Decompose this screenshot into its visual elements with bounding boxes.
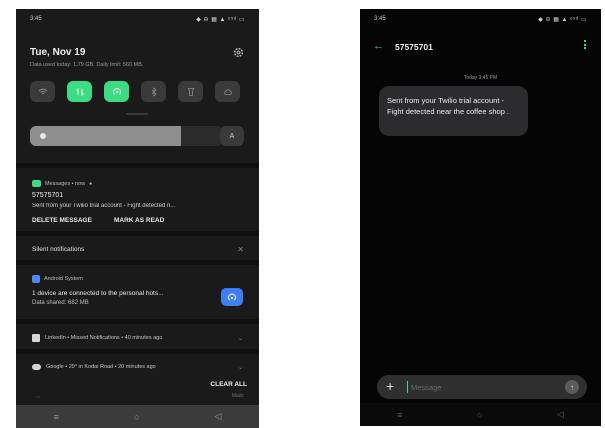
- bluetooth-icon: [151, 86, 157, 97]
- tile-wifi[interactable]: [30, 81, 55, 102]
- clear-all-button[interactable]: CLEAR ALL: [210, 381, 247, 388]
- messages-app-label: Messages • now: [45, 180, 86, 187]
- google-row-text: Google • 29° in Kodai Road • 20 minutes …: [46, 364, 156, 370]
- section-divider: [16, 319, 259, 324]
- linkedin-notification-row[interactable]: LinkedIn • Missed Notifications • 40 min…: [32, 334, 243, 342]
- android-system-header: Android System: [32, 275, 83, 283]
- status-icons: ◆ ⊖ ▦ ▲ ᵒ⁵ᵈ ▭: [196, 17, 245, 23]
- brightness-sun-icon: [40, 133, 46, 139]
- hotspot-settings-button[interactable]: [221, 288, 243, 306]
- message-input[interactable]: [411, 379, 551, 395]
- message-composer: + ↑: [377, 375, 587, 399]
- flashlight-icon: [187, 87, 194, 96]
- silent-notifications-header: Silent notifications: [32, 246, 85, 253]
- conversation-top-bar: ← 57575701: [360, 31, 601, 57]
- status-icons: ◆ ⊖ ▦ ▲ ᵒ⁵ᵈ ▭: [538, 17, 587, 23]
- linkedin-icon: [32, 334, 40, 342]
- incoming-message-bubble[interactable]: Sent from your Twilio trial account - Fi…: [379, 86, 528, 136]
- recents-button[interactable]: ≡: [54, 412, 59, 422]
- shade-drag-handle[interactable]: [126, 113, 148, 115]
- close-icon[interactable]: ✕: [237, 245, 244, 254]
- cloud-icon: [32, 364, 41, 370]
- bell-icon: ●: [89, 180, 93, 187]
- section-divider: [16, 349, 259, 354]
- background-app-icon: ◡: [36, 393, 41, 399]
- gear-icon[interactable]: [233, 47, 244, 58]
- status-bar: 3:45 ◆ ⊖ ▦ ▲ ᵒ⁵ᵈ ▭: [360, 9, 601, 29]
- shade-date: Tue, Nov 19: [30, 47, 86, 58]
- section-divider: [16, 163, 259, 168]
- status-bar: 3:45 ◆ ⊖ ▦ ▲ ᵒ⁵ᵈ ▭: [16, 9, 259, 29]
- conversation-screen: 3:45 ◆ ⊖ ▦ ▲ ᵒ⁵ᵈ ▭ ← 57575701 Today 3:45…: [360, 9, 601, 426]
- wifi-icon: [38, 88, 47, 94]
- messages-app-header: Messages • now ●: [32, 180, 92, 187]
- send-icon[interactable]: ↑: [565, 380, 579, 394]
- android-system-icon: [32, 275, 40, 283]
- hotspot-icon: [228, 293, 236, 301]
- add-attachment-icon[interactable]: +: [386, 378, 394, 394]
- back-button[interactable]: ◁: [557, 409, 564, 420]
- hotspot-notification-text[interactable]: 1 device are connected to the personal h…: [32, 290, 222, 297]
- hotspot-icon: [112, 87, 121, 95]
- background-app-label: Muzlr: [231, 393, 244, 399]
- brightness-slider[interactable]: [30, 126, 223, 146]
- tile-cloud[interactable]: [215, 81, 240, 102]
- brightness-fill: [30, 126, 181, 146]
- status-time: 3:45: [374, 16, 386, 22]
- navigation-bar: ≡ ○ ◁: [16, 405, 259, 428]
- cloud-icon: [223, 88, 232, 95]
- tile-hotspot[interactable]: [104, 81, 129, 102]
- quick-settings-tiles: [30, 81, 240, 102]
- data-shared-text: Data shared: 682 MB: [32, 300, 89, 306]
- tile-mobile-data[interactable]: [67, 81, 92, 102]
- delete-message-button[interactable]: DELETE MESSAGE: [32, 217, 92, 224]
- data-arrows-icon: [75, 87, 84, 96]
- status-time: 3:45: [30, 16, 42, 22]
- section-divider: [16, 260, 259, 265]
- notification-sender[interactable]: 57575701: [32, 192, 63, 199]
- message-timestamp: Today 3:45 PM: [463, 75, 498, 81]
- android-system-label: Android System: [44, 276, 83, 282]
- text-cursor: [407, 381, 408, 393]
- more-options-icon[interactable]: [584, 40, 587, 51]
- linkedin-row-text: LinkedIn • Missed Notifications • 40 min…: [45, 335, 163, 341]
- messages-app-icon: [32, 180, 41, 187]
- auto-brightness-button[interactable]: A: [220, 126, 244, 146]
- mark-as-read-button[interactable]: MARK AS READ: [114, 217, 164, 224]
- section-divider: [16, 231, 259, 236]
- recents-button[interactable]: ≡: [397, 410, 402, 420]
- notification-preview-text[interactable]: Sent from your Twilio trial account - Fi…: [32, 203, 244, 209]
- contact-title[interactable]: 57575701: [395, 42, 433, 52]
- google-notification-row[interactable]: Google • 29° in Kodai Road • 20 minutes …: [32, 364, 243, 371]
- chevron-down-icon[interactable]: ⌄: [238, 335, 243, 342]
- home-button[interactable]: ○: [477, 410, 482, 420]
- back-arrow-icon[interactable]: ←: [373, 40, 384, 52]
- tile-flashlight[interactable]: [178, 81, 203, 102]
- home-button[interactable]: ○: [134, 412, 139, 422]
- tile-bluetooth[interactable]: [141, 81, 166, 102]
- back-button[interactable]: ◁: [215, 411, 222, 422]
- notification-shade-screen: 3:45 ◆ ⊖ ▦ ▲ ᵒ⁵ᵈ ▭ Tue, Nov 19 Data used…: [16, 9, 259, 428]
- chevron-down-icon[interactable]: ⌄: [238, 364, 243, 371]
- navigation-bar: ≡ ○ ◁: [360, 403, 601, 426]
- background-app-row: ◡ Muzlr: [32, 393, 244, 401]
- data-usage-text: Data used today: 1.79 GB. Daily limit: 5…: [30, 62, 144, 68]
